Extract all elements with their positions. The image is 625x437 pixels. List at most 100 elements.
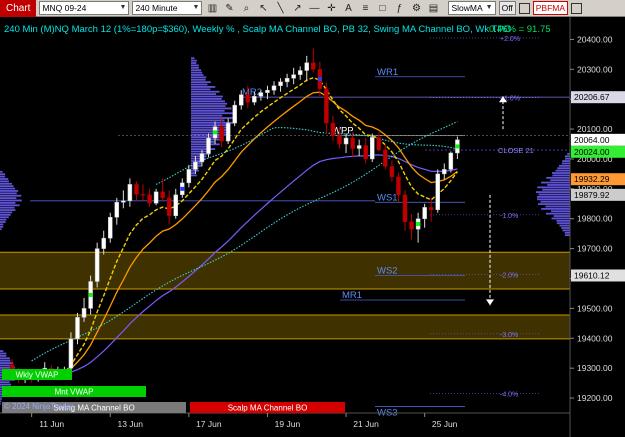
candle-body bbox=[225, 122, 231, 142]
profile-mid-row bbox=[191, 97, 222, 100]
candle-body bbox=[271, 85, 277, 91]
profile-left-b-row bbox=[0, 355, 7, 357]
profile-mid-row bbox=[191, 102, 228, 105]
candle-body bbox=[101, 237, 106, 249]
signal-marker bbox=[416, 221, 421, 226]
candle-body bbox=[370, 137, 375, 160]
profile-left-b-row bbox=[0, 383, 12, 386]
profile-right-row bbox=[555, 169, 570, 172]
candle-body bbox=[311, 62, 316, 70]
crosshair-icon[interactable]: ✛ bbox=[324, 2, 338, 14]
signal-marker bbox=[180, 186, 185, 191]
ray-tool-icon[interactable]: ↗ bbox=[290, 2, 304, 14]
draw-tool-icon[interactable]: ✎ bbox=[222, 2, 236, 14]
profile-right-row bbox=[537, 203, 570, 205]
text-tool-icon[interactable]: A bbox=[341, 2, 355, 14]
strategies-icon[interactable]: ⚙ bbox=[409, 2, 423, 14]
chart-tab[interactable]: Chart bbox=[0, 0, 37, 17]
profile-left-b-row bbox=[0, 381, 10, 384]
profile-right-row bbox=[564, 234, 570, 237]
profile-left-a-row bbox=[0, 209, 16, 211]
profile-left-b-row bbox=[0, 362, 14, 364]
zoom-icon[interactable]: ⌕ bbox=[239, 2, 253, 14]
line-tool-icon[interactable]: ╲ bbox=[273, 2, 287, 14]
pbfma-button[interactable]: PBFMA bbox=[532, 1, 569, 15]
pointer-icon[interactable]: ↖ bbox=[256, 2, 270, 14]
profile-mid-row bbox=[191, 107, 232, 110]
price-tag-label: 19879.92 bbox=[574, 190, 610, 200]
bar-type-icon[interactable]: ▥ bbox=[205, 2, 219, 14]
profile-left-a-row bbox=[0, 228, 2, 231]
time-tick-label: 13 Jun bbox=[117, 419, 143, 429]
profile-right-row bbox=[536, 198, 570, 201]
interval-selector[interactable]: 240 Minute ▼ bbox=[132, 1, 203, 15]
candle-body bbox=[330, 122, 336, 136]
profile-mid-row bbox=[191, 93, 216, 96]
horizontal-line-icon[interactable]: — bbox=[307, 2, 321, 14]
candle-body bbox=[153, 191, 159, 204]
candle-body bbox=[239, 94, 244, 106]
profile-right-row bbox=[562, 229, 570, 232]
price-tick-label: 20300.00 bbox=[577, 64, 613, 74]
profile-mid-row bbox=[191, 174, 197, 177]
change-readout: 0.46% = 91.75 bbox=[489, 24, 551, 35]
candle-body bbox=[343, 137, 349, 145]
profile-right-row bbox=[542, 188, 570, 191]
candle-body bbox=[186, 169, 192, 184]
candle-body bbox=[356, 145, 362, 149]
checkbox-icon[interactable] bbox=[518, 2, 530, 14]
pivot-label: WPP bbox=[332, 126, 354, 137]
percent-label: +2.0% bbox=[500, 36, 520, 43]
profile-left-a-row bbox=[0, 216, 9, 219]
profile-mid-row bbox=[191, 66, 199, 69]
candle-body bbox=[402, 194, 408, 222]
candle-body bbox=[291, 74, 296, 79]
profile-mid-row bbox=[191, 74, 204, 76]
fib-tool-icon[interactable]: ≡ bbox=[358, 2, 372, 14]
profile-mid-row bbox=[191, 78, 206, 81]
profile-left-a-row bbox=[0, 180, 9, 183]
candle-body bbox=[173, 194, 178, 216]
candle-body bbox=[68, 338, 74, 369]
profile-right-row bbox=[537, 186, 570, 189]
profile-mid-row bbox=[191, 86, 216, 88]
candle-body bbox=[94, 248, 100, 282]
profile-right-row bbox=[538, 193, 570, 196]
profile-left-a-row bbox=[0, 192, 17, 195]
profile-mid-row bbox=[191, 83, 208, 86]
price-tick-label: 19700.00 bbox=[577, 244, 613, 254]
profile-left-a-row bbox=[0, 225, 4, 228]
profile-right-row bbox=[564, 231, 570, 234]
candle-body bbox=[278, 81, 283, 86]
profile-left-a-row bbox=[0, 223, 4, 226]
profile-right-row bbox=[561, 162, 570, 165]
profile-left-b-row bbox=[0, 402, 1, 405]
slow-ma-state[interactable]: Off bbox=[498, 1, 516, 15]
gold-band-1 bbox=[0, 314, 570, 339]
legend-label: Mnt VWAP bbox=[55, 388, 94, 397]
profile-mid-row bbox=[191, 57, 195, 60]
profile-mid-row bbox=[191, 62, 197, 64]
candle-body bbox=[127, 184, 133, 202]
slow-ma-toggle[interactable]: SlowMA ▼ bbox=[448, 1, 496, 15]
profile-right-row bbox=[551, 210, 570, 213]
profile-mid-row bbox=[191, 59, 197, 62]
profile-mid-row bbox=[191, 95, 223, 98]
shape-tool-icon[interactable]: □ bbox=[375, 2, 389, 14]
pivot-label: CLOSE 21 bbox=[498, 146, 534, 155]
templates-icon[interactable]: ▤ bbox=[426, 2, 440, 14]
profile-mid-row bbox=[191, 90, 220, 93]
profile-left-a-row bbox=[0, 211, 13, 214]
candle-body bbox=[442, 169, 447, 175]
copyright-text: © 2024 NinjaTrader bbox=[4, 402, 74, 411]
candle-body bbox=[193, 161, 198, 170]
profile-right-row bbox=[545, 212, 570, 215]
candle-body bbox=[435, 173, 440, 211]
instrument-selector[interactable]: MNQ 09-24 ▼ bbox=[39, 1, 130, 15]
signal-marker bbox=[455, 144, 460, 149]
indicators-icon[interactable]: ƒ bbox=[392, 2, 406, 14]
checkbox-icon[interactable] bbox=[571, 2, 583, 14]
candle-body bbox=[206, 137, 211, 154]
price-chart[interactable]: +2.0%+1.0%-1.0%-2.0%-3.0%-4.0%WR1MR2WPPC… bbox=[0, 17, 625, 437]
profile-mid-row bbox=[191, 81, 211, 84]
